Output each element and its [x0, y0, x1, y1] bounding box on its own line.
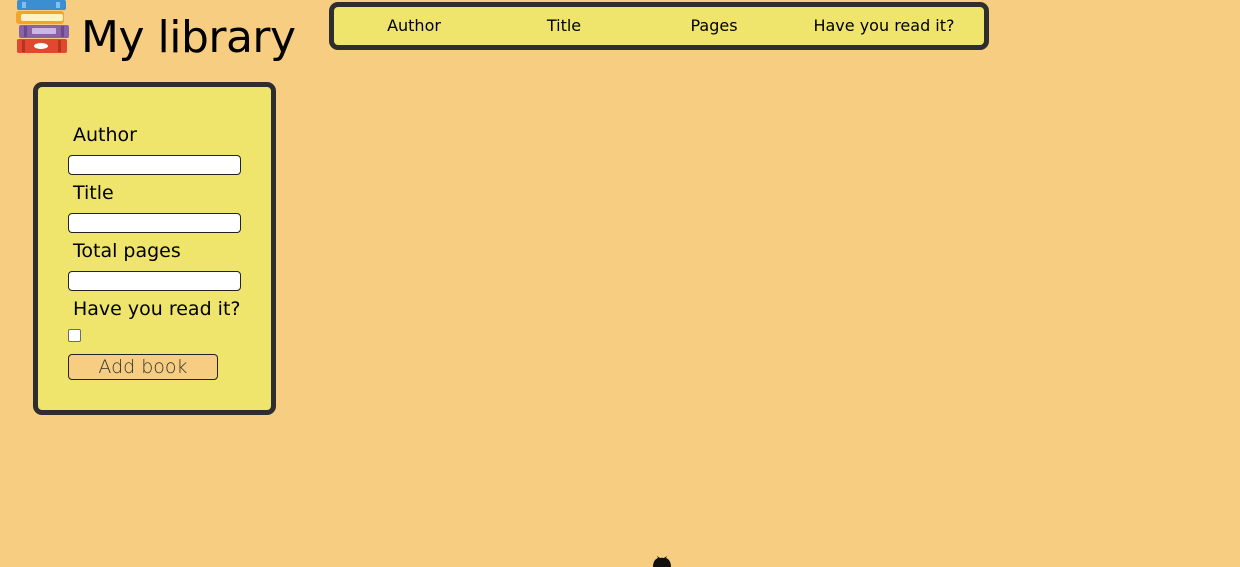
add-book-form: Author Title Total pages Have you read i…: [33, 82, 276, 415]
add-book-button[interactable]: Add book: [68, 354, 218, 380]
column-header-title: Title: [546, 16, 582, 35]
column-header-read: Have you read it?: [813, 16, 955, 35]
pages-input[interactable]: [68, 271, 241, 291]
github-icon[interactable]: [650, 556, 674, 567]
library-table-header: Author Title Pages Have you read it?: [329, 2, 989, 50]
read-label: Have you read it?: [73, 298, 241, 320]
author-label: Author: [73, 124, 137, 146]
page-title: My library: [81, 12, 296, 63]
author-input[interactable]: [68, 155, 241, 175]
read-checkbox[interactable]: [68, 329, 81, 342]
title-label: Title: [73, 182, 114, 204]
pages-label: Total pages: [73, 240, 181, 262]
column-header-author: Author: [387, 16, 441, 35]
stacked-books-icon: [16, 0, 69, 53]
column-header-pages: Pages: [690, 16, 738, 35]
title-input[interactable]: [68, 213, 241, 233]
